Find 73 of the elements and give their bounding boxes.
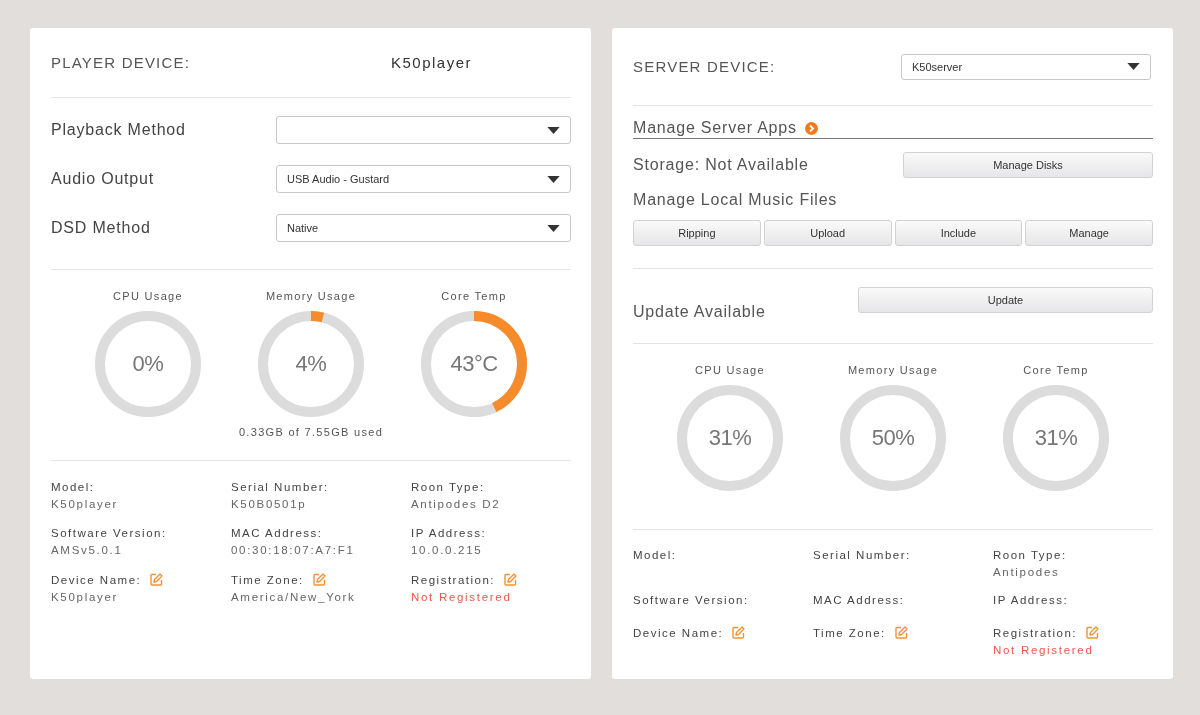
- field-value: America/New_York: [231, 591, 357, 603]
- dropdown[interactable]: Native: [276, 214, 571, 242]
- setting-label: DSD Method: [51, 219, 151, 237]
- action-button[interactable]: Manage: [1025, 220, 1153, 246]
- update-status: Update Available: [633, 301, 766, 321]
- field-value: AMSv5.0.1: [51, 544, 124, 556]
- field-label: Registration:: [993, 626, 1078, 639]
- caret-icon: [547, 175, 560, 183]
- gauge-reading: 31%: [1033, 425, 1079, 451]
- update-button[interactable]: Update: [858, 286, 1153, 313]
- chevron-circle-icon: [804, 121, 818, 135]
- action-button[interactable]: Upload: [763, 220, 892, 246]
- field-label: MAC Address:: [231, 527, 323, 539]
- gauge-label: Core Temp: [1023, 364, 1089, 376]
- gauge-reading: 31%: [707, 425, 753, 451]
- field-label: Serial Number:: [813, 549, 911, 561]
- field-value: Antipodes D2: [411, 498, 502, 510]
- field-value: 00:30:18:07:A7:F1: [231, 544, 356, 556]
- gauge-reading: 0%: [131, 351, 165, 377]
- section-heading: Manage Local Music Files: [633, 191, 839, 209]
- field-label: Model:: [633, 549, 677, 561]
- device-label: PLAYER DEVICE:: [51, 54, 192, 71]
- action-button[interactable]: Include: [894, 220, 1023, 246]
- action-button[interactable]: Ripping: [633, 220, 761, 246]
- manage-disks-button[interactable]: Manage Disks: [903, 152, 1153, 178]
- field-label: Roon Type:: [993, 549, 1067, 561]
- caret-icon: [547, 224, 560, 232]
- field-value: K50player: [51, 591, 120, 603]
- device-dropdown[interactable]: K50server: [901, 53, 1151, 80]
- gauge-reading: 43°C: [449, 351, 499, 377]
- setting-label: Audio Output: [51, 170, 154, 188]
- field-value: Antipodes: [993, 566, 1061, 578]
- edit-icon[interactable]: [894, 626, 908, 639]
- field-label: Registration:: [411, 573, 496, 586]
- setting-label: Playback Method: [51, 121, 186, 139]
- field-label: Device Name:: [633, 626, 724, 639]
- dropdown[interactable]: USB Audio - Gustard: [276, 165, 571, 193]
- gauge-reading: 50%: [870, 425, 916, 451]
- field-label: Time Zone:: [231, 573, 304, 586]
- field-label: Software Version:: [51, 527, 167, 539]
- field-label: IP Address:: [993, 594, 1069, 606]
- field-label: Time Zone:: [813, 626, 886, 639]
- gauge-label: Memory Usage: [265, 290, 357, 302]
- memory-caption: 0.33GB of 7.55GB used: [238, 426, 384, 438]
- field-label: IP Address:: [411, 527, 487, 539]
- gauge-label: Memory Usage: [847, 364, 939, 376]
- device-name: K50player: [391, 54, 473, 71]
- field-label: MAC Address:: [813, 594, 905, 606]
- edit-icon[interactable]: [150, 573, 164, 586]
- device-label: SERVER DEVICE:: [633, 58, 777, 75]
- edit-icon[interactable]: [732, 626, 746, 639]
- gauge-reading: 4%: [294, 351, 328, 377]
- gauge-label: CPU Usage: [113, 290, 183, 302]
- gauge-label: Core Temp: [441, 290, 507, 302]
- dropdown[interactable]: [276, 116, 571, 144]
- storage-status: Storage: Not Available: [633, 156, 809, 174]
- gauge-label: CPU Usage: [695, 364, 765, 376]
- field-label: Software Version:: [633, 594, 749, 606]
- status-value: Not Registered: [993, 644, 1095, 656]
- caret-icon: [1127, 63, 1140, 70]
- caret-icon: [547, 126, 560, 134]
- field-value: 10.0.0.215: [411, 544, 484, 556]
- field-label: Device Name:: [51, 573, 142, 586]
- field-label: Roon Type:: [411, 481, 485, 493]
- field-label: Serial Number:: [231, 481, 329, 493]
- edit-icon[interactable]: [504, 573, 518, 586]
- field-label: Model:: [51, 481, 95, 493]
- edit-icon[interactable]: [1086, 626, 1100, 639]
- status-value: Not Registered: [411, 591, 513, 603]
- apps-link[interactable]: Manage Server Apps: [633, 106, 1153, 139]
- edit-icon[interactable]: [312, 573, 326, 586]
- field-value: K50B0501p: [231, 498, 308, 510]
- field-value: K50player: [51, 498, 120, 510]
